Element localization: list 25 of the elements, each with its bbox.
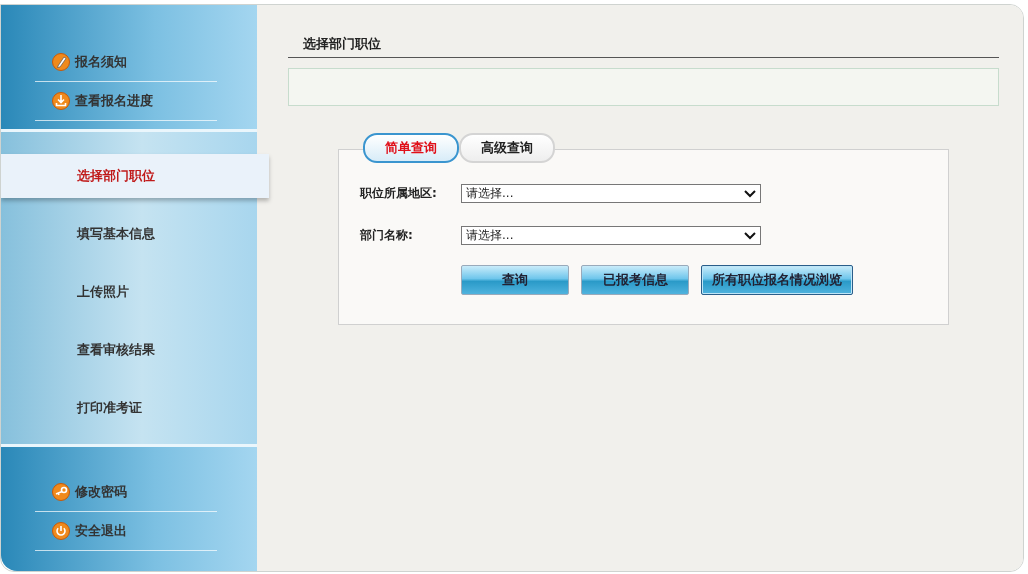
power-icon — [52, 522, 70, 541]
download-icon — [52, 92, 70, 110]
step-item[interactable]: 打印准考证 — [1, 386, 257, 431]
section-title: 选择部门职位 — [288, 35, 999, 58]
step-item[interactable]: 填写基本信息 — [1, 212, 257, 257]
query-tab[interactable]: 高级查询 — [459, 133, 555, 163]
step-item[interactable]: 查看审核结果 — [1, 328, 257, 373]
query-tab[interactable]: 简单查询 — [363, 133, 459, 163]
select-field[interactable]: 请选择... — [461, 184, 761, 203]
action-button[interactable]: 已报考信息 — [581, 265, 689, 295]
sidebar-link[interactable]: 查看报名进度 — [35, 82, 217, 121]
action-button[interactable]: 查询 — [461, 265, 569, 295]
sidebar-link[interactable]: 报名须知 — [35, 43, 217, 82]
action-button[interactable]: 所有职位报名情况浏览 — [701, 265, 853, 295]
pencil-icon — [52, 53, 70, 71]
field-label: 职位所属地区: — [360, 185, 438, 202]
sidebar-link[interactable]: 修改密码 — [35, 473, 217, 513]
key-icon — [52, 483, 70, 502]
step-item[interactable]: 上传照片 — [1, 270, 257, 315]
chevron-down-icon — [744, 189, 756, 198]
step-item[interactable]: 选择部门职位 — [1, 154, 269, 199]
sidebar-link[interactable]: 安全退出 — [35, 512, 217, 552]
select-field[interactable]: 请选择... — [461, 226, 761, 245]
field-label: 部门名称: — [360, 227, 414, 244]
chevron-down-icon — [744, 231, 756, 240]
